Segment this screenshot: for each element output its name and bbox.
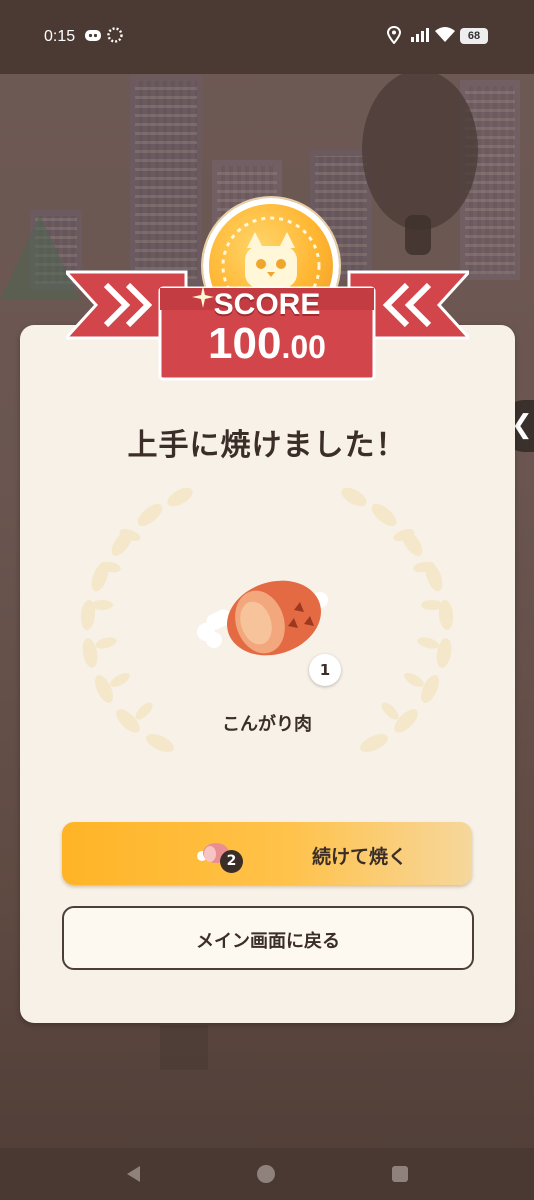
score-integer: 100 [208,319,282,368]
navigation-bar [0,1148,534,1200]
score-label: SCORE [213,288,321,321]
home-icon[interactable] [256,1164,276,1184]
continue-grilling-button[interactable]: 続けて焼く [62,822,472,885]
back-icon[interactable] [124,1164,144,1184]
result-headline: 上手に焼けました！ [127,428,407,463]
recents-icon[interactable] [390,1164,410,1184]
continue-grilling-label: 続けて焼く [312,846,408,868]
roasted-meat-icon [197,580,328,656]
loading-icon [106,26,124,48]
score-banner: SCORE 100.00 [158,276,376,381]
status-time: 0:15 [44,28,76,45]
item-name: こんがり肉 [222,714,312,735]
score-decimal: .00 [281,329,326,365]
signal-icon [410,26,430,48]
score-value: 100.00 [158,319,376,369]
wifi-icon [434,26,456,48]
location-icon [386,25,402,48]
continue-cost-badge: 2 [220,850,243,873]
item-count-badge: 1 [309,654,341,686]
return-to-main-label: メイン画面に戻る [196,931,340,952]
status-bar: 0:15 68 [0,0,534,74]
discord-icon [84,26,102,48]
battery-icon: 68 [460,28,488,44]
return-to-main-button[interactable]: メイン画面に戻る [62,906,474,970]
